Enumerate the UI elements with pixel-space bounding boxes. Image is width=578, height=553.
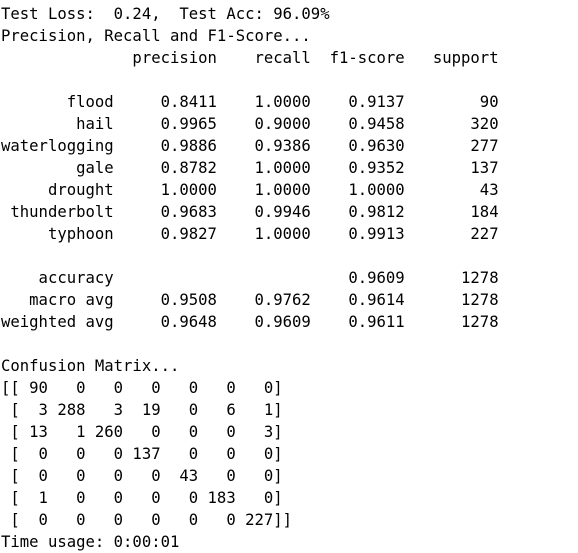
report-row-waterlogging: waterlogging 0.9886 0.9386 0.9630 277: [1, 137, 499, 155]
confusion-matrix-row: [ 13 1 260 0 0 0 3]: [1, 423, 283, 441]
report-column-headers: precision recall f1-score support: [1, 49, 499, 67]
confusion-matrix-row: [ 3 288 3 19 0 6 1]: [1, 401, 283, 419]
confusion-matrix-row: [ 0 0 0 0 0 0 227]]: [1, 511, 293, 529]
confusion-matrix-row: [[ 90 0 0 0 0 0 0]: [1, 379, 283, 397]
console-output: Test Loss: 0.24, Test Acc: 96.09% Precisi…: [1, 3, 499, 553]
test-loss-acc-line: Test Loss: 0.24, Test Acc: 96.09%: [1, 5, 330, 23]
report-row-typhoon: typhoon 0.9827 1.0000 0.9913 227: [1, 225, 499, 243]
confusion-matrix-row: [ 1 0 0 0 0 183 0]: [1, 489, 283, 507]
prf-header-line: Precision, Recall and F1-Score...: [1, 27, 311, 45]
report-row-flood: flood 0.8411 1.0000 0.9137 90: [1, 93, 499, 111]
report-row-hail: hail 0.9965 0.9000 0.9458 320: [1, 115, 499, 133]
report-row-macro-avg: macro avg 0.9508 0.9762 0.9614 1278: [1, 291, 499, 309]
report-row-drought: drought 1.0000 1.0000 1.0000 43: [1, 181, 499, 199]
confusion-matrix-row: [ 0 0 0 137 0 0 0]: [1, 445, 283, 463]
confusion-matrix-row: [ 0 0 0 0 43 0 0]: [1, 467, 283, 485]
report-row-gale: gale 0.8782 1.0000 0.9352 137: [1, 159, 499, 177]
time-usage-line: Time usage: 0:00:01: [1, 533, 180, 551]
report-row-weighted-avg: weighted avg 0.9648 0.9609 0.9611 1278: [1, 313, 499, 331]
report-row-thunderbolt: thunderbolt 0.9683 0.9946 0.9812 184: [1, 203, 499, 221]
report-row-accuracy: accuracy 0.9609 1278: [1, 269, 499, 287]
confusion-matrix-title: Confusion Matrix...: [1, 357, 180, 375]
